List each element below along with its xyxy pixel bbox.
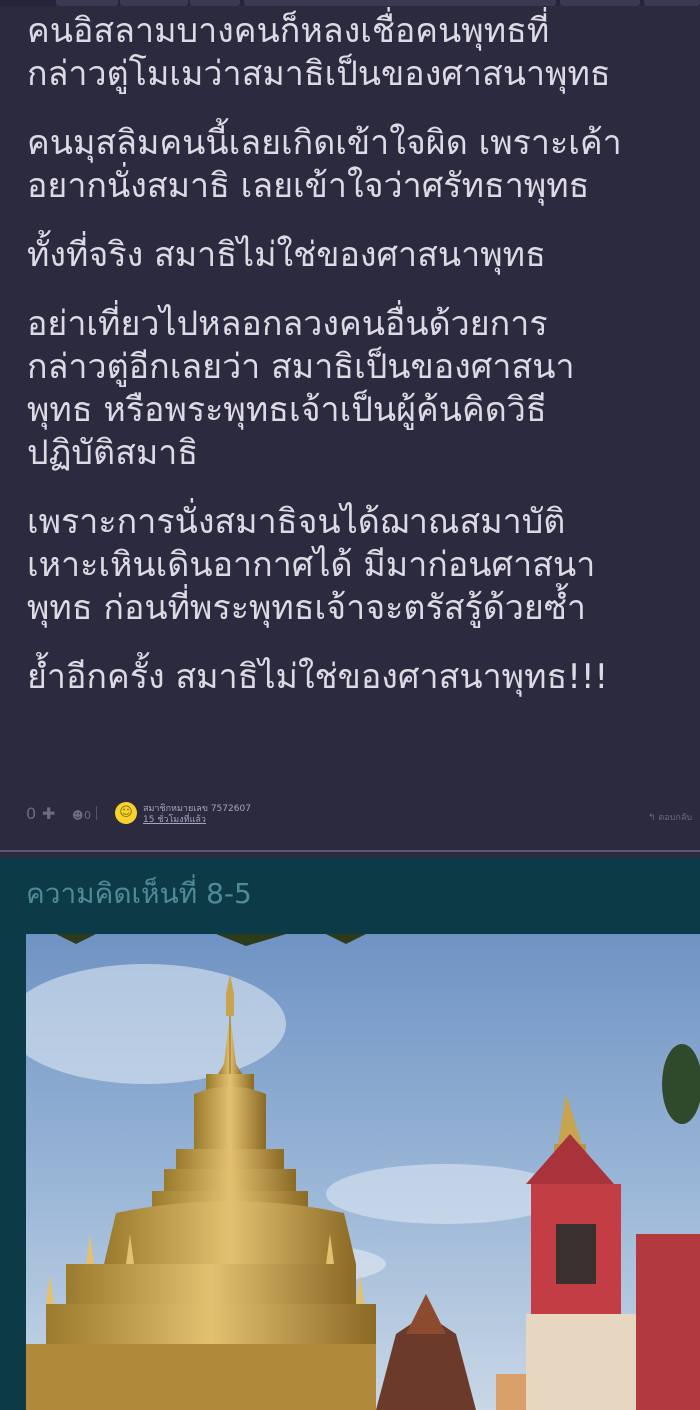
comment-title: ความคิดเห็นที่ 8-5 xyxy=(26,877,252,910)
comment-8-5: ความคิดเห็นที่ 8-5 xyxy=(0,858,700,1410)
avatar[interactable]: ☺ xyxy=(115,802,137,824)
comment-paragraph: ย้ำอีกครั้ง สมาธิไม่ใช่ของศาสนาพุทธ!!! xyxy=(27,657,609,697)
comment-divider xyxy=(0,850,700,852)
reply-button[interactable]: ↰ ตอบกลับ xyxy=(648,810,692,824)
comment-meta-bar: 0 ✚ ☻ 0 ☺ สมาชิกหมายเลข 7572607 15 ชั่วโ… xyxy=(26,800,700,830)
top-tab-strip xyxy=(0,0,700,6)
plus-icon[interactable]: ✚ xyxy=(42,804,55,823)
comment-time-link[interactable]: 15 ชั่วโมงที่แล้ว xyxy=(143,812,206,826)
comment-paragraph: ทั้งที่จริง สมาธิไม่ใช่ของศาสนาพุทธ xyxy=(27,235,546,275)
reply-icon: ↰ xyxy=(648,813,659,823)
temple-photo-image xyxy=(26,934,700,1410)
comment-body: คนอิสลามบางคนก็หลงเชื่อคนพุทธที่ กล่าวตู… xyxy=(27,10,700,725)
comment-paragraph: เพราะการนั่งสมาธิจนได้ฌาณสมาบัติ เหาะเหิ… xyxy=(27,502,596,628)
emotion-count: 0 xyxy=(84,809,91,822)
comment-paragraph: คนมุสลิมคนนี้เลยเกิดเข้าใจผิด เพราะเค้า … xyxy=(27,123,622,206)
temple-photo[interactable] xyxy=(26,934,700,1410)
reply-label: ตอบกลับ xyxy=(658,813,693,823)
comment-paragraph: อย่าเที่ยวไปหลอกลวงคนอื่นด้วยการ กล่าวตู… xyxy=(27,304,575,473)
comment-8-4: คนอิสลามบางคนก็หลงเชื่อคนพุทธที่ กล่าวตู… xyxy=(0,0,700,851)
separator xyxy=(96,806,97,820)
emotion-icon[interactable]: ☻ xyxy=(72,809,83,822)
vote-count: 0 xyxy=(26,804,37,823)
comment-paragraph: คนอิสลามบางคนก็หลงเชื่อคนพุทธที่ กล่าวตู… xyxy=(27,11,611,94)
